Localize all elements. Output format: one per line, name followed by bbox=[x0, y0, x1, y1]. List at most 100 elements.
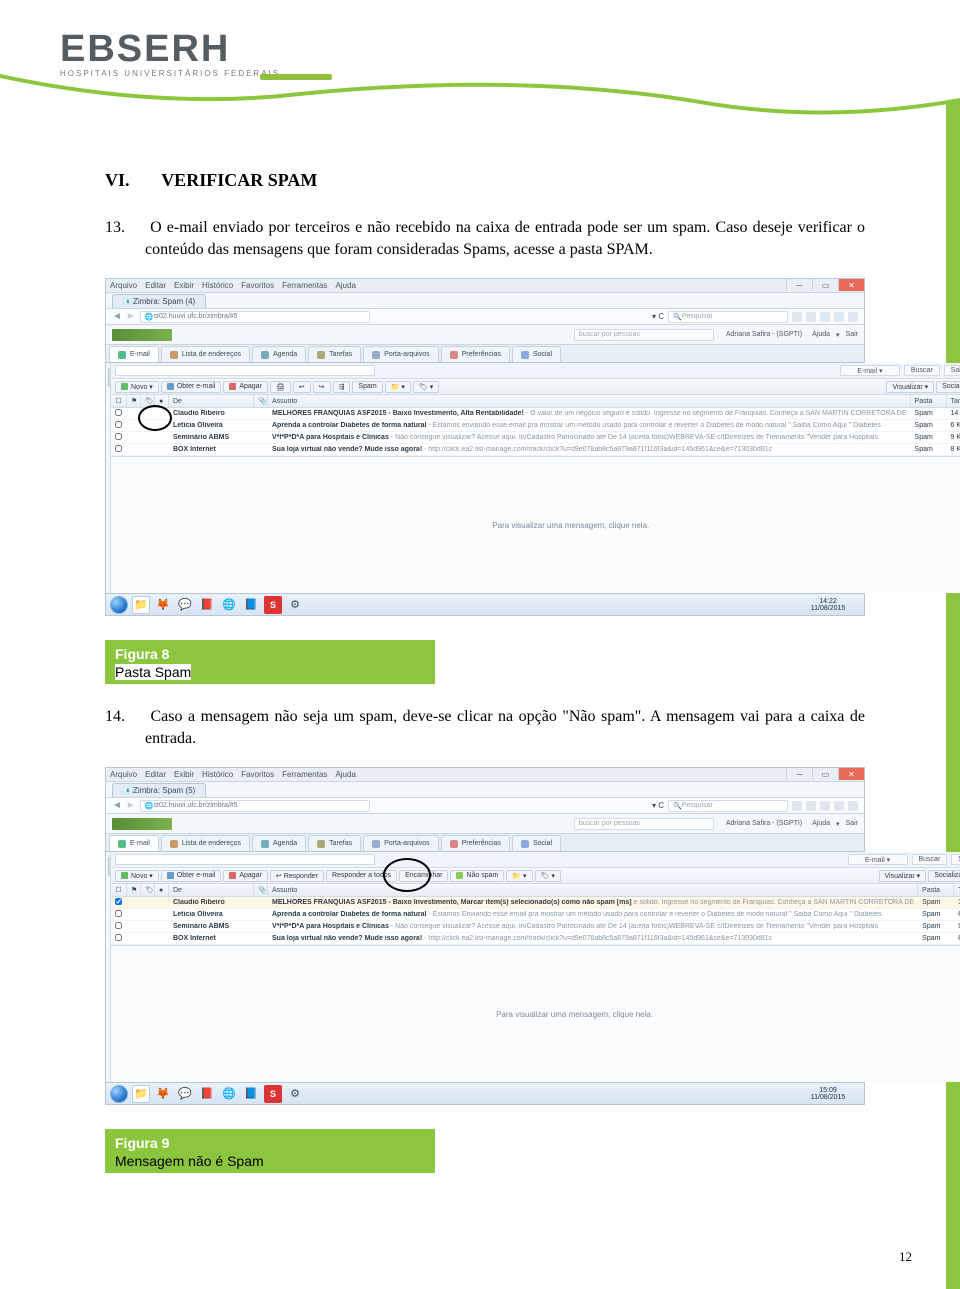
reload-icon[interactable]: ▾ C bbox=[652, 312, 664, 321]
col-size[interactable]: Tamanho bbox=[947, 395, 960, 407]
save-search-button[interactable]: Salvar bbox=[944, 365, 960, 376]
taskbar-icon[interactable]: S bbox=[264, 1085, 282, 1103]
menu-item[interactable]: Ferramentas bbox=[282, 770, 327, 779]
taskbar-icon[interactable]: S bbox=[264, 596, 282, 614]
reload-icon[interactable]: ▾ C bbox=[652, 801, 664, 810]
tag-button[interactable]: 🏷 ▾ bbox=[413, 381, 439, 393]
socialize-button[interactable]: Socializar bbox=[936, 381, 960, 393]
forward-button[interactable]: Encaminhar bbox=[399, 870, 448, 882]
menu-item[interactable]: Ferramentas bbox=[282, 281, 327, 290]
mail-search-input[interactable] bbox=[115, 365, 375, 376]
row-checkbox[interactable] bbox=[115, 445, 122, 452]
col-checkbox[interactable]: ☐ bbox=[111, 395, 127, 407]
taskbar-icon[interactable]: 🦊 bbox=[154, 596, 172, 614]
col-tag[interactable]: 🏷 bbox=[141, 395, 155, 407]
taskbar-icon[interactable]: 📘 bbox=[242, 596, 260, 614]
taskbar-icon[interactable]: 📕 bbox=[198, 596, 216, 614]
col-folder[interactable]: Pasta bbox=[918, 884, 954, 896]
reply-all-button[interactable]: ↪ bbox=[313, 381, 331, 393]
taskbar-icon[interactable]: 📘 bbox=[242, 1085, 260, 1103]
toolbar-icon[interactable] bbox=[820, 801, 830, 811]
tab-briefcase[interactable]: Porta-arquivos bbox=[363, 346, 439, 362]
start-button[interactable] bbox=[110, 1085, 128, 1103]
socialize-button[interactable]: Socializar bbox=[928, 870, 960, 882]
taskbar-icon[interactable]: 📁 bbox=[132, 596, 150, 614]
mail-row[interactable]: BOX InternetSua loja virtual não vende? … bbox=[111, 444, 960, 456]
url-input[interactable]: 🌐 st02.huuvi.ufc.br/zimbra/#5 bbox=[140, 311, 370, 323]
menu-item[interactable]: Arquivo bbox=[110, 281, 137, 290]
view-button[interactable]: Visualizar ▾ bbox=[886, 381, 934, 393]
menu-item[interactable]: Favoritos bbox=[241, 770, 274, 779]
search-scope-dropdown[interactable]: E-mail ▾ bbox=[840, 365, 900, 376]
view-button[interactable]: Visualizar ▾ bbox=[879, 870, 927, 882]
tab-calendar[interactable]: Agenda bbox=[252, 835, 306, 851]
start-button[interactable] bbox=[110, 596, 128, 614]
taskbar-icon[interactable]: 📁 bbox=[132, 1085, 150, 1103]
current-user[interactable]: Adriana Safira - (SGPTI) bbox=[726, 331, 802, 338]
row-checkbox[interactable] bbox=[115, 922, 122, 929]
menu-item[interactable]: Arquivo bbox=[110, 770, 137, 779]
maximize-button[interactable]: ▭ bbox=[812, 768, 838, 780]
menu-item[interactable]: Ajuda bbox=[335, 281, 355, 290]
tab-tasks[interactable]: Tarefas bbox=[308, 835, 361, 851]
toolbar-icon[interactable] bbox=[792, 312, 802, 322]
taskbar-icon[interactable]: 🌐 bbox=[220, 1085, 238, 1103]
reply-button[interactable]: ↩ bbox=[293, 381, 311, 393]
not-spam-button[interactable]: Não spam bbox=[450, 870, 504, 882]
close-button[interactable]: ✕ bbox=[838, 768, 864, 780]
search-scope-dropdown[interactable]: E-mail ▾ bbox=[848, 854, 908, 865]
taskbar-icon[interactable]: 📕 bbox=[198, 1085, 216, 1103]
row-checkbox[interactable] bbox=[115, 898, 122, 905]
col-priority[interactable]: ● bbox=[155, 395, 169, 407]
exit-link[interactable]: Sair bbox=[846, 331, 858, 339]
menu-item[interactable]: Editar bbox=[145, 770, 166, 779]
col-folder[interactable]: Pasta bbox=[911, 395, 947, 407]
nav-forward-icon[interactable]: ► bbox=[126, 311, 136, 322]
tab-social[interactable]: Social bbox=[512, 835, 561, 851]
minimize-button[interactable]: ─ bbox=[786, 279, 812, 291]
taskbar-clock[interactable]: 15:09 11/08/2015 bbox=[800, 1087, 860, 1101]
row-checkbox[interactable] bbox=[115, 421, 122, 428]
reply-all-button[interactable]: Responder a todos bbox=[326, 870, 397, 882]
people-search-input[interactable]: buscar por pessoas bbox=[574, 329, 714, 341]
menu-item[interactable]: Exibir bbox=[174, 281, 194, 290]
help-link[interactable]: Ajuda bbox=[812, 820, 830, 828]
tab-preferences[interactable]: Preferências bbox=[441, 835, 510, 851]
taskbar-icon[interactable]: 🦊 bbox=[154, 1085, 172, 1103]
toolbar-icon[interactable] bbox=[792, 801, 802, 811]
taskbar-clock[interactable]: 14:22 11/08/2015 bbox=[800, 598, 860, 612]
taskbar-icon[interactable]: 💬 bbox=[176, 1085, 194, 1103]
toolbar-icon[interactable] bbox=[834, 801, 844, 811]
taskbar-icon[interactable]: ⚙ bbox=[286, 1085, 304, 1103]
toolbar-icon[interactable] bbox=[806, 312, 816, 322]
minimize-button[interactable]: ─ bbox=[786, 768, 812, 780]
col-checkbox[interactable]: ☐ bbox=[111, 884, 127, 896]
tab-social[interactable]: Social bbox=[512, 346, 561, 362]
close-button[interactable]: ✕ bbox=[838, 279, 864, 291]
col-flag[interactable]: ⚑ bbox=[127, 884, 141, 896]
menu-item[interactable]: Exibir bbox=[174, 770, 194, 779]
url-input[interactable]: 🌐 st02.huuvi.ufc.br/zimbra/#5 bbox=[140, 800, 370, 812]
nav-back-icon[interactable]: ◄ bbox=[112, 311, 122, 322]
toolbar-icon[interactable] bbox=[848, 312, 858, 322]
tab-contacts[interactable]: Lista de endereços bbox=[161, 835, 250, 851]
tab-contacts[interactable]: Lista de endereços bbox=[161, 346, 250, 362]
col-subject[interactable]: Assunto bbox=[268, 884, 918, 896]
menu-item[interactable]: Histórico bbox=[202, 770, 233, 779]
current-user[interactable]: Adriana Safira - (SGPTI) bbox=[726, 820, 802, 827]
people-search-input[interactable]: buscar por pessoas bbox=[574, 818, 714, 830]
col-attach[interactable]: 📎 bbox=[254, 884, 268, 896]
tab-preferences[interactable]: Preferências bbox=[441, 346, 510, 362]
menu-item[interactable]: Editar bbox=[145, 281, 166, 290]
tab-tasks[interactable]: Tarefas bbox=[308, 346, 361, 362]
col-size[interactable]: Tamanho bbox=[954, 884, 960, 896]
taskbar-icon[interactable]: ⚙ bbox=[286, 596, 304, 614]
maximize-button[interactable]: ▭ bbox=[812, 279, 838, 291]
search-button[interactable]: Buscar bbox=[912, 854, 948, 865]
get-mail-button[interactable]: Obter e-mail bbox=[161, 870, 222, 882]
mail-search-input[interactable] bbox=[115, 854, 375, 865]
toolbar-icon[interactable] bbox=[820, 312, 830, 322]
col-priority[interactable]: ● bbox=[155, 884, 169, 896]
get-mail-button[interactable]: Obter e-mail bbox=[161, 381, 222, 393]
forward-button[interactable]: ⇶ bbox=[333, 381, 351, 393]
